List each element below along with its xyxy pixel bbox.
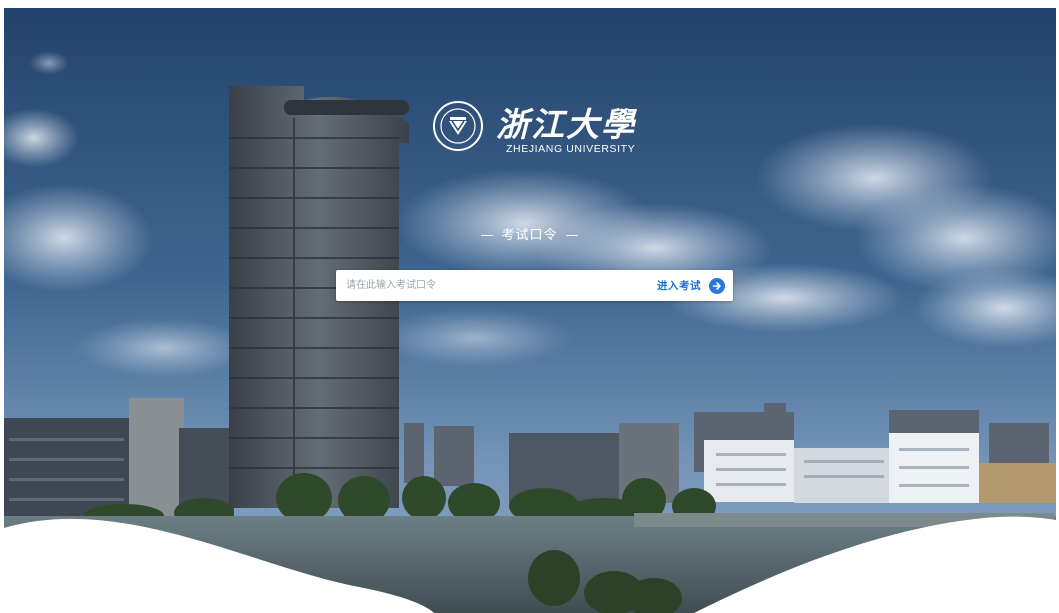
enter-exam-button[interactable]: 进入考试 xyxy=(657,270,725,301)
login-page: 浙江大學 ZHEJIANG UNIVERSITY 考试口令 进入考试 xyxy=(0,0,1059,613)
university-name-en: ZHEJIANG UNIVERSITY xyxy=(506,143,636,155)
exam-token-title: 考试口令 xyxy=(0,224,1059,243)
title-dash-left xyxy=(481,235,494,236)
university-emblem-icon xyxy=(433,101,483,151)
enter-exam-label: 进入考试 xyxy=(657,280,701,292)
arrow-right-circle-icon xyxy=(709,277,725,294)
title-dash-right xyxy=(565,235,578,236)
university-logo: 浙江大學 ZHEJIANG UNIVERSITY xyxy=(432,98,642,160)
exam-token-input[interactable] xyxy=(346,270,626,301)
university-name-cn: 浙江大學 xyxy=(496,105,636,144)
arrow-right-glyph xyxy=(712,281,721,290)
exam-token-title-text: 考试口令 xyxy=(501,228,558,243)
exam-token-form: 进入考试 xyxy=(336,270,733,301)
